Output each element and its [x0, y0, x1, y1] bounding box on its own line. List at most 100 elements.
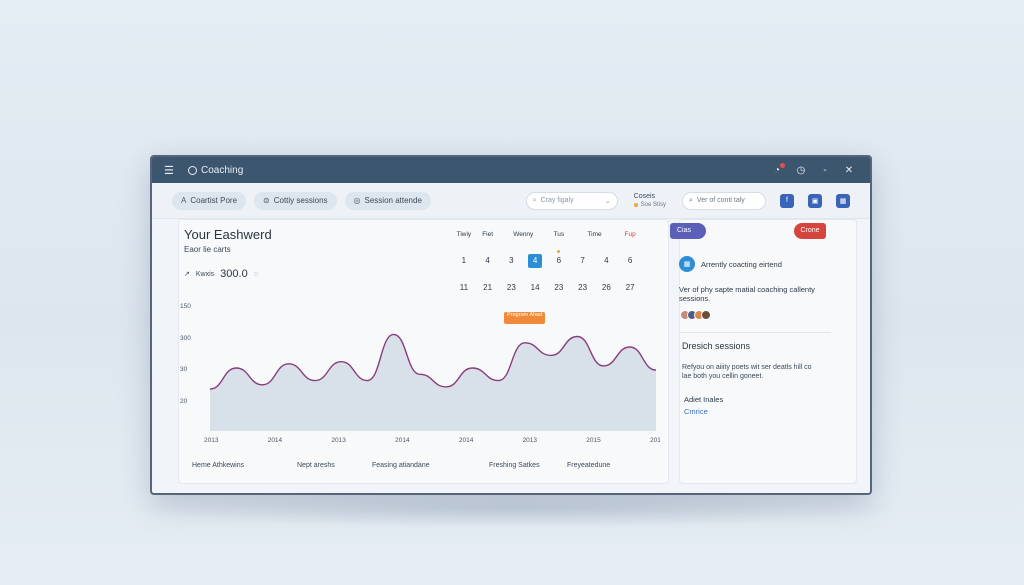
- dashboard-subtitle: Eaor lie carts: [184, 245, 231, 254]
- avatar: [701, 310, 711, 320]
- search-placeholder: Cray figaly: [540, 197, 574, 204]
- search-input[interactable]: ⌕ Cray figaly ⌄: [525, 191, 618, 210]
- arrow-icon: ↗: [184, 271, 190, 278]
- clock-icon[interactable]: ◷: [792, 165, 810, 176]
- nav-pill-coartist[interactable]: A Coartist Pore: [172, 191, 247, 210]
- toolbar: A Coartist Pore ⊜ Cottiy sessions ◎ Sess…: [152, 183, 870, 219]
- calendar-day[interactable]: 26: [595, 283, 619, 292]
- nav-pill-label: Cottiy sessions: [273, 196, 328, 205]
- calendar-row-1: 1 4 3 4 6 7 4 6: [452, 247, 642, 274]
- secondary-search-text: Ver of conti taly: [696, 197, 745, 204]
- calendar-header: Time: [587, 230, 602, 238]
- status-dot-icon: [633, 203, 638, 207]
- y-tick-label: 30: [180, 366, 188, 373]
- calendar-day[interactable]: 4: [476, 256, 500, 265]
- calendar-header: Tus: [553, 230, 565, 238]
- avatar-group[interactable]: [680, 310, 711, 320]
- sessions-icon: ⊜: [263, 196, 270, 205]
- footer-link[interactable]: Heme Athkewins: [192, 462, 297, 469]
- status-block[interactable]: Coseis Soe Stisy: [633, 192, 666, 210]
- calendar-day[interactable]: 4: [595, 256, 619, 265]
- x-tick-label: 2014: [459, 437, 474, 444]
- tab-crone[interactable]: Crone: [794, 223, 826, 239]
- metric-value: 300.0: [220, 268, 248, 280]
- minimize-icon[interactable]: -: [816, 165, 834, 176]
- calendar-day[interactable]: 3: [500, 256, 524, 265]
- calendar-day[interactable]: 7: [571, 256, 595, 265]
- target-icon: ◎: [353, 196, 361, 205]
- calendar-day[interactable]: 23: [571, 283, 595, 292]
- calendar-day[interactable]: 23: [547, 283, 571, 292]
- footer-link[interactable]: Feasing atiandane: [372, 462, 489, 469]
- calendar-day[interactable]: 11: [452, 283, 476, 292]
- footer-link[interactable]: Freyeatedune: [567, 462, 610, 469]
- status-title: Coseis: [633, 192, 656, 200]
- area-chart: 150 300 30 20 2013 2014 2013 2014 2014 2013 2015 20…: [180, 303, 660, 444]
- footer-link[interactable]: Nept areshs: [297, 462, 372, 469]
- app-window: ☰ Coaching ◔ ◷ - ✕ A Coartist Pore ⊜ Cot…: [150, 155, 872, 495]
- x-tick-label: 2013: [650, 437, 660, 444]
- x-tick-label: 2014: [268, 437, 283, 444]
- calendar-header: Wenny: [513, 230, 534, 238]
- day-value: 6: [556, 256, 562, 265]
- calendar-header: Tiwiy: [456, 230, 472, 238]
- calendar: Tiwiy Fiet Wenny Tus Time Fup 1 4 3 4 6 …: [452, 227, 642, 301]
- nav-pill-attendance[interactable]: ◎ Session attende: [344, 191, 431, 210]
- calendar-day[interactable]: 6: [547, 250, 571, 265]
- nav-pill-label: Coartist Pore: [190, 196, 238, 205]
- calendar-day-selected[interactable]: 4: [523, 253, 547, 268]
- dashboard-title: Your Eashwerd: [184, 227, 272, 242]
- x-tick-label: 2014: [395, 437, 410, 444]
- side-label: Adiet Inales: [684, 395, 724, 404]
- side-text: Refyou on aiiity poets wit ser deatls hi…: [682, 364, 812, 380]
- calendar-day[interactable]: 14: [523, 283, 547, 292]
- calendar-header: Fiet: [482, 230, 494, 238]
- app-title: Coaching: [201, 164, 244, 176]
- alert-icon: A: [181, 196, 187, 205]
- calendar-day[interactable]: 23: [500, 283, 524, 292]
- title-bar: ☰ Coaching ◔ ◷ - ✕: [152, 157, 870, 183]
- y-tick-label: 300: [180, 335, 191, 342]
- metric-row[interactable]: ↗ Kwxis 300.0 ◌: [184, 268, 258, 280]
- x-tick-label: 2013: [204, 437, 219, 444]
- nav-pill-label: Session attende: [364, 196, 422, 205]
- calendar-icon: ▦: [679, 256, 695, 272]
- x-tick-label: 2013: [523, 437, 538, 444]
- y-tick-label: 150: [180, 303, 191, 310]
- side-heading: Dresich sessions: [682, 341, 751, 351]
- notification-icon[interactable]: ◔: [768, 162, 786, 176]
- footer-link[interactable]: Freshing Satkes: [489, 462, 567, 469]
- event-dot-icon: [557, 250, 560, 253]
- footer-links: Heme Athkewins Nept areshs Feasing atian…: [192, 462, 610, 469]
- search-icon: ⌕: [689, 196, 693, 204]
- calendar-header: Fup: [624, 230, 636, 238]
- calendar-header-row: Tiwiy Fiet Wenny Tus Time Fup: [452, 227, 642, 241]
- hamburger-menu-icon[interactable]: ☰: [164, 164, 178, 177]
- selected-day-value: 4: [528, 253, 543, 268]
- divider: [679, 332, 831, 333]
- y-tick-label: 20: [180, 398, 188, 405]
- search-icon: ⌕: [532, 196, 537, 204]
- facebook-icon[interactable]: f: [780, 193, 794, 208]
- metric-label: Kwxis: [195, 270, 215, 278]
- nav-pill-sessions[interactable]: ⊜ Cottiy sessions: [254, 191, 337, 210]
- app-logo-icon: [188, 165, 197, 175]
- side-item-coaching[interactable]: ▦ Arrently coacting eirtend: [679, 256, 782, 272]
- side-link[interactable]: Cmrice: [684, 407, 708, 416]
- info-icon: ◌: [253, 270, 258, 278]
- x-tick-label: 2015: [586, 437, 601, 444]
- side-item-label: Arrently coacting eirtend: [701, 259, 782, 269]
- x-tick-label: 2013: [331, 437, 346, 444]
- close-icon[interactable]: ✕: [840, 165, 858, 176]
- tab-cias[interactable]: Cias: [670, 223, 706, 239]
- secondary-search-input[interactable]: ⌕ Ver of conti taly: [682, 191, 766, 210]
- save-icon[interactable]: ▣: [808, 193, 822, 208]
- calendar-day[interactable]: 6: [618, 256, 642, 265]
- side-description: Ver of phy sapte matial coaching callent…: [679, 285, 815, 303]
- chevron-down-icon: ⌄: [604, 197, 611, 205]
- apps-icon[interactable]: ▦: [836, 193, 850, 208]
- calendar-day[interactable]: 21: [476, 283, 500, 292]
- status-sub: Soe Stisy: [640, 201, 666, 208]
- calendar-day[interactable]: 1: [452, 256, 476, 265]
- calendar-day[interactable]: 27: [618, 283, 642, 292]
